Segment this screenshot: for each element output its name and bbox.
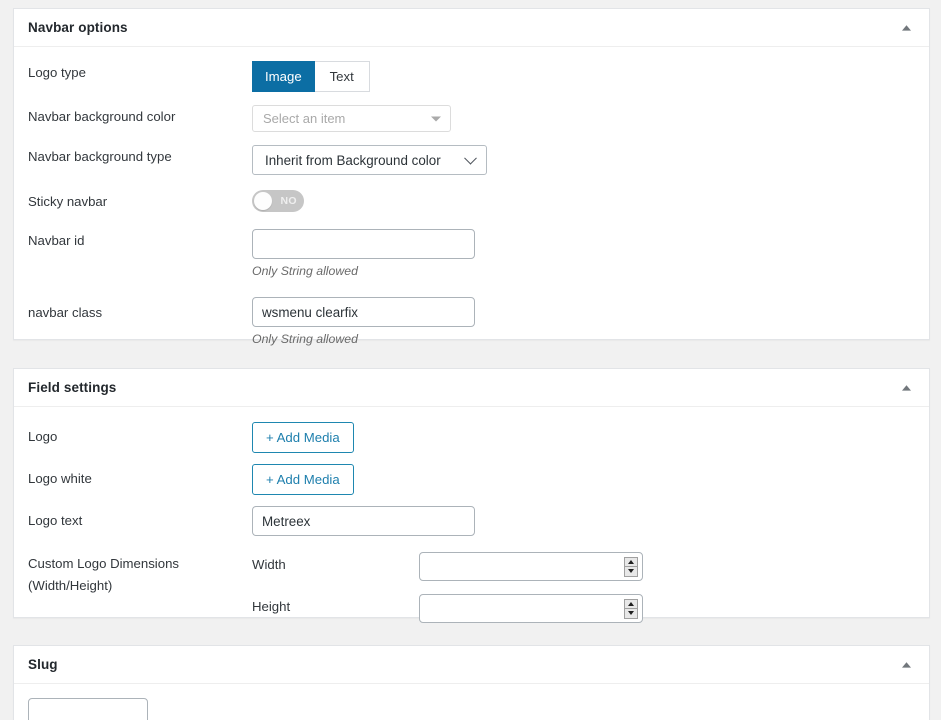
toggle-knob	[254, 192, 272, 210]
row-navbar-class: navbar class Only String allowed	[14, 278, 929, 346]
row-sticky-navbar: Sticky navbar NO	[14, 175, 929, 217]
row-logo-type: Logo type Image Text	[14, 47, 929, 92]
height-label: Height	[252, 599, 291, 614]
navbar-class-input[interactable]	[252, 297, 475, 327]
width-label: Width	[252, 557, 286, 572]
navbar-class-helper: Only String allowed	[252, 332, 358, 346]
custom-logo-dimensions-field: Width Height	[252, 552, 915, 623]
width-stepper[interactable]	[624, 556, 638, 577]
navbar-background-type-field: Inherit from Background color	[252, 145, 915, 175]
stepper-up-icon[interactable]	[625, 558, 637, 567]
logo-type-option-image[interactable]: Image	[252, 61, 315, 92]
chevron-down-icon	[464, 151, 477, 165]
caret-up-icon[interactable]	[897, 19, 915, 37]
navbar-background-color-placeholder: Select an item	[263, 111, 346, 126]
caret-up-icon[interactable]	[897, 656, 915, 674]
dimension-row-height: Height	[252, 594, 915, 623]
height-stepper[interactable]	[624, 598, 638, 619]
panel-field-settings-title: Field settings	[28, 380, 117, 395]
settings-page: Navbar options Logo type Image Text Navb…	[0, 0, 941, 720]
logo-label: Logo	[28, 429, 58, 444]
logo-text-field	[252, 506, 915, 536]
navbar-background-color-label: Navbar background color	[28, 109, 176, 124]
sticky-navbar-field: NO	[252, 190, 915, 217]
navbar-id-field: Only String allowed	[252, 229, 915, 278]
sticky-navbar-label: Sticky navbar	[28, 194, 108, 209]
height-number-input[interactable]	[419, 594, 643, 623]
navbar-id-helper: Only String allowed	[252, 264, 358, 278]
caret-down-icon	[431, 116, 441, 121]
navbar-id-input[interactable]	[252, 229, 475, 259]
row-custom-logo-dimensions: Custom Logo Dimensions (Width/Height) Wi…	[14, 536, 929, 623]
panel-field-settings-header[interactable]: Field settings	[14, 369, 929, 407]
logo-add-media-button[interactable]: + Add Media	[252, 422, 354, 453]
navbar-class-label: navbar class	[28, 305, 103, 320]
panel-field-settings: Field settings Logo + Add Media Logo whi…	[13, 368, 930, 623]
row-navbar-background-color: Navbar background color Select an item	[14, 92, 929, 132]
stepper-down-icon[interactable]	[625, 567, 637, 576]
panel-navbar-options-title: Navbar options	[28, 20, 128, 35]
row-navbar-id: Navbar id Only String allowed	[14, 217, 929, 278]
navbar-id-label: Navbar id	[28, 233, 85, 248]
logo-type-option-text[interactable]: Text	[314, 61, 370, 92]
navbar-background-type-select[interactable]: Inherit from Background color	[252, 145, 487, 175]
panel-slug: Slug	[13, 645, 930, 720]
panel-navbar-options: Navbar options Logo type Image Text Navb…	[13, 8, 930, 346]
panel-navbar-options-header[interactable]: Navbar options	[14, 9, 929, 47]
row-logo-white: Logo white + Add Media	[14, 453, 929, 495]
panel-slug-body	[14, 684, 929, 720]
width-number-input[interactable]	[419, 552, 643, 581]
custom-logo-dimensions-label-line1: Custom Logo Dimensions	[28, 556, 179, 571]
stepper-down-icon[interactable]	[625, 609, 637, 618]
logo-type-button-group: Image Text	[252, 61, 370, 92]
panel-field-settings-body: Logo + Add Media Logo white + Add Media …	[14, 407, 929, 623]
row-navbar-background-type: Navbar background type Inherit from Back…	[14, 132, 929, 175]
logo-white-add-media-button[interactable]: + Add Media	[252, 464, 354, 495]
stepper-up-icon[interactable]	[625, 600, 637, 609]
navbar-background-type-value: Inherit from Background color	[265, 152, 441, 168]
row-logo-text: Logo text	[14, 495, 929, 536]
logo-type-field: Image Text	[252, 61, 915, 92]
slug-input[interactable]	[28, 698, 148, 720]
logo-type-label: Logo type	[28, 65, 86, 80]
sticky-navbar-toggle[interactable]: NO	[252, 190, 304, 212]
sticky-navbar-state: NO	[280, 195, 297, 207]
logo-field: + Add Media	[252, 422, 915, 453]
dimension-row-width: Width	[252, 552, 915, 581]
navbar-background-color-select[interactable]: Select an item	[252, 105, 451, 132]
navbar-background-color-field: Select an item	[252, 105, 915, 132]
navbar-background-type-label: Navbar background type	[28, 149, 172, 164]
panel-slug-header[interactable]: Slug	[14, 646, 929, 684]
row-logo: Logo + Add Media	[14, 407, 929, 453]
logo-text-label: Logo text	[28, 513, 83, 528]
logo-text-input[interactable]	[252, 506, 475, 536]
logo-white-field: + Add Media	[252, 464, 915, 495]
navbar-class-field: Only String allowed	[252, 297, 915, 346]
custom-logo-dimensions-label: Custom Logo Dimensions (Width/Height)	[28, 552, 252, 594]
custom-logo-dimensions-label-line2: (Width/Height)	[28, 578, 113, 593]
panel-navbar-options-body: Logo type Image Text Navbar background c…	[14, 47, 929, 346]
caret-up-icon[interactable]	[897, 379, 915, 397]
logo-white-label: Logo white	[28, 471, 92, 486]
panel-slug-title: Slug	[28, 657, 58, 672]
